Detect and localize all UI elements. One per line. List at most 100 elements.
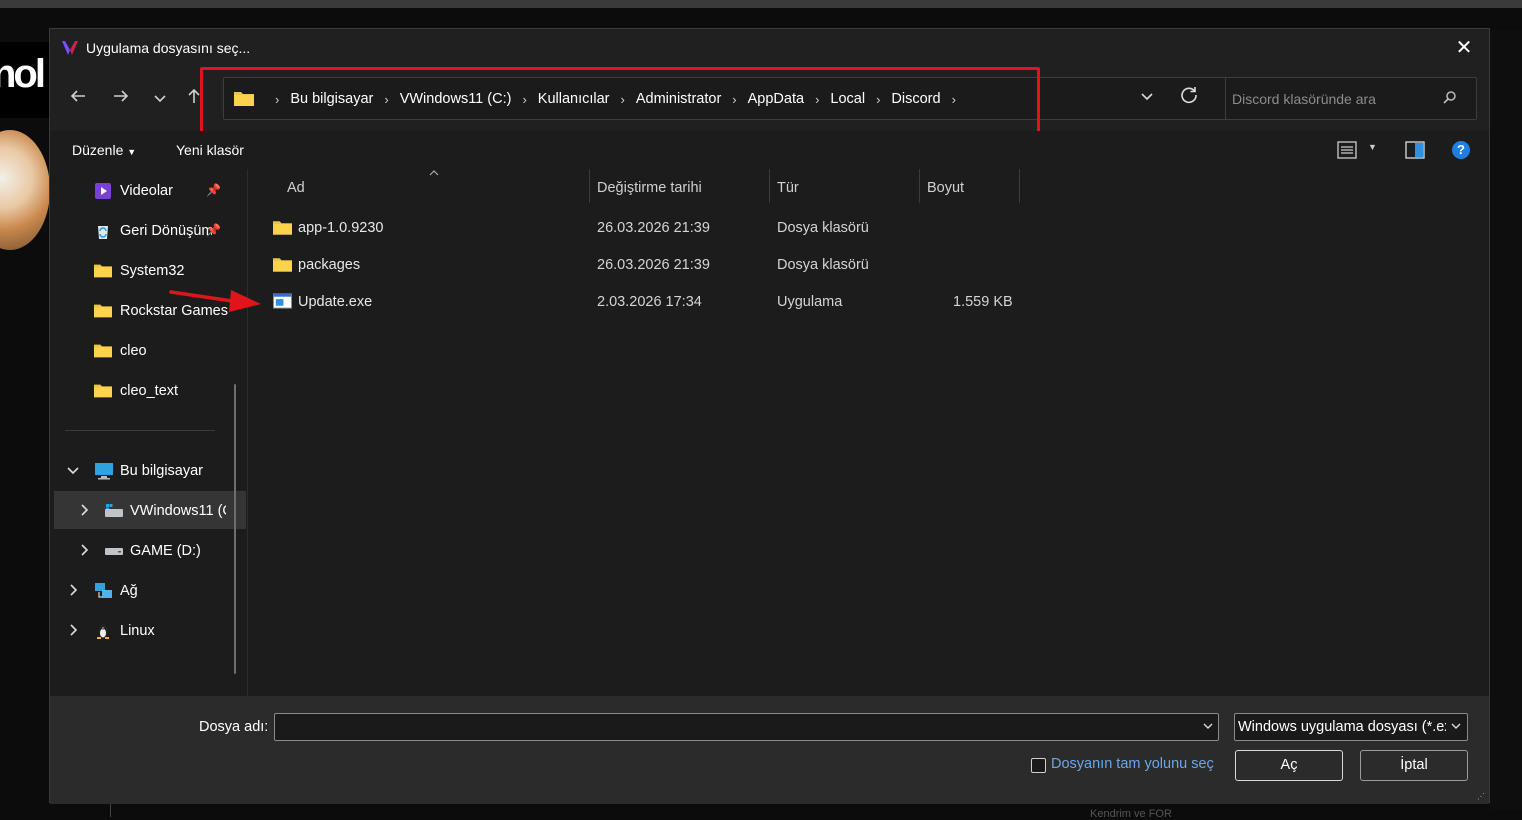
file-row-update-exe[interactable]: Update.exe 2.03.2026 17:34 Uygulama 1.55…	[248, 284, 1048, 320]
cancel-button[interactable]: İptal	[1360, 750, 1468, 781]
file-size: 1.559 KB	[953, 294, 1013, 310]
chevron-down-icon	[154, 95, 166, 103]
background-logo: nol	[0, 42, 50, 118]
computer-icon	[94, 462, 114, 480]
navigation-pane: Videolar 📌 Geri Dönüşüm Kutusu 📌 System3…	[50, 169, 246, 696]
close-button[interactable]: ✕	[1451, 35, 1477, 61]
sidebar-item-drive-d[interactable]: GAME (D:)	[104, 533, 234, 569]
sidebar-item-recycle-bin[interactable]: Geri Dönüşüm Kutusu	[94, 213, 212, 249]
organize-label: Düzenle	[72, 142, 124, 158]
sidebar-item-label: cleo_text	[120, 383, 179, 399]
dialog-footer: Dosya adı: Windows uygulama dosyası (*.e…	[50, 696, 1489, 804]
help-glyph: ?	[1457, 142, 1465, 157]
column-separator[interactable]	[589, 169, 590, 203]
new-folder-button[interactable]: Yeni klasör	[176, 142, 244, 158]
background-divider	[110, 803, 111, 817]
file-type: Uygulama	[777, 294, 843, 310]
recycle-bin-icon	[94, 222, 114, 240]
chevron-right-icon[interactable]	[67, 584, 79, 599]
sidebar-item-drive-c[interactable]: VWindows11 (C:)	[104, 493, 226, 529]
file-open-dialog: Uygulama dosyasını seç... ✕ › Bu bilgisa…	[49, 28, 1490, 804]
file-row-packages[interactable]: packages 26.03.2026 21:39 Dosya klasörü	[248, 247, 1048, 283]
background-window-bar	[0, 0, 1522, 8]
sidebar-item-label: Geri Dönüşüm Kutusu	[120, 223, 212, 239]
app-logo-icon	[62, 41, 78, 55]
forward-button[interactable]	[107, 85, 135, 113]
column-header-size[interactable]: Boyut	[927, 180, 964, 196]
organize-menu[interactable]: Düzenle ▼	[72, 142, 136, 158]
sidebar-item-label: cleo	[120, 343, 147, 359]
filename-label: Dosya adı:	[199, 719, 269, 735]
filetype-value: Windows uygulama dosyası (*.exe)	[1238, 719, 1446, 735]
network-icon	[94, 582, 114, 600]
videos-icon	[94, 182, 114, 200]
background-right-panel	[1490, 30, 1522, 810]
chevron-down-icon[interactable]	[67, 464, 79, 479]
column-header-type[interactable]: Tür	[777, 180, 799, 196]
file-row-app[interactable]: app-1.0.9230 26.03.2026 21:39 Dosya klas…	[248, 210, 1048, 246]
sidebar-item-label: Bu bilgisayar	[120, 463, 204, 479]
sidebar-item-label: System32	[120, 263, 185, 279]
preview-pane-button[interactable]	[1404, 139, 1426, 161]
recent-locations-button[interactable]	[146, 85, 174, 113]
chevron-down-icon	[1141, 93, 1153, 101]
application-icon	[273, 293, 292, 309]
sidebar-divider	[65, 430, 215, 431]
sidebar-item-network[interactable]: Ağ	[94, 573, 234, 609]
help-button[interactable]: ?	[1450, 139, 1472, 161]
column-header-date[interactable]: Değiştirme tarihi	[597, 180, 702, 196]
column-separator[interactable]	[1019, 169, 1020, 203]
view-options-button[interactable]: ▼	[1336, 139, 1386, 161]
search-input[interactable]: Discord klasöründe ara	[1232, 91, 1376, 107]
background-avatar	[0, 130, 50, 250]
file-name: app-1.0.9230	[298, 220, 384, 236]
chevron-down-icon	[1451, 723, 1461, 729]
sidebar-item-label: Videolar	[120, 183, 173, 199]
column-separator[interactable]	[919, 169, 920, 203]
chevron-right-icon[interactable]	[78, 544, 90, 559]
chevron-right-icon[interactable]	[67, 624, 79, 639]
refresh-button[interactable]	[1179, 85, 1201, 109]
arrow-right-icon	[114, 90, 129, 102]
chevron-down-icon[interactable]	[1202, 718, 1214, 734]
folder-icon	[94, 302, 114, 320]
pin-icon[interactable]: 📌	[206, 183, 221, 197]
preview-pane-icon	[1405, 141, 1425, 159]
file-date: 2.03.2026 17:34	[597, 294, 702, 310]
navigation-bar: › Bu bilgisayar › VWindows11 (C:) › Kull…	[50, 67, 1489, 134]
caret-down-icon: ▼	[127, 147, 137, 157]
file-date: 26.03.2026 21:39	[597, 257, 710, 273]
fullpath-checkbox[interactable]	[1031, 758, 1046, 773]
background-text: Kendrim ve FOR	[1090, 808, 1172, 820]
file-name: Update.exe	[298, 294, 373, 310]
column-separator[interactable]	[769, 169, 770, 203]
sidebar-item-label: Linux	[120, 623, 155, 639]
drive-icon	[104, 542, 124, 560]
sidebar-item-label: VWindows11 (C:)	[130, 503, 226, 519]
open-button[interactable]: Aç	[1235, 750, 1343, 781]
column-header-name[interactable]: Ad	[287, 180, 305, 196]
filetype-select[interactable]: Windows uygulama dosyası (*.exe)	[1234, 713, 1468, 741]
back-button[interactable]	[64, 85, 92, 113]
sidebar-item-label: GAME (D:)	[130, 543, 201, 559]
fullpath-checkbox-label[interactable]: Dosyanın tam yolunu seç	[1051, 756, 1214, 772]
filename-input[interactable]	[274, 713, 1219, 741]
refresh-icon	[1181, 87, 1197, 104]
chevron-right-icon[interactable]	[78, 504, 90, 519]
red-arrow-annotation	[169, 290, 261, 312]
sidebar-scrollbar[interactable]	[234, 384, 236, 674]
pin-icon[interactable]: 📌	[206, 223, 221, 237]
search-icon	[1443, 91, 1456, 104]
title-bar: Uygulama dosyasını seç... ✕	[50, 29, 1489, 67]
resize-grip-icon[interactable]: ⋰	[1477, 792, 1487, 802]
sidebar-item-system32[interactable]: System32	[94, 253, 234, 289]
search-box[interactable]: Discord klasöründe ara	[1225, 77, 1477, 120]
address-history-button[interactable]	[1139, 88, 1159, 108]
sort-ascending-icon	[429, 170, 439, 176]
caret-down-icon: ▼	[1368, 142, 1377, 152]
sidebar-item-this-pc[interactable]: Bu bilgisayar	[94, 453, 234, 489]
sidebar-item-label: Ağ	[120, 583, 138, 599]
sidebar-item-cleo[interactable]: cleo	[94, 333, 234, 369]
sidebar-item-cleo-text[interactable]: cleo_text	[94, 373, 234, 409]
sidebar-item-linux[interactable]: Linux	[94, 613, 234, 649]
